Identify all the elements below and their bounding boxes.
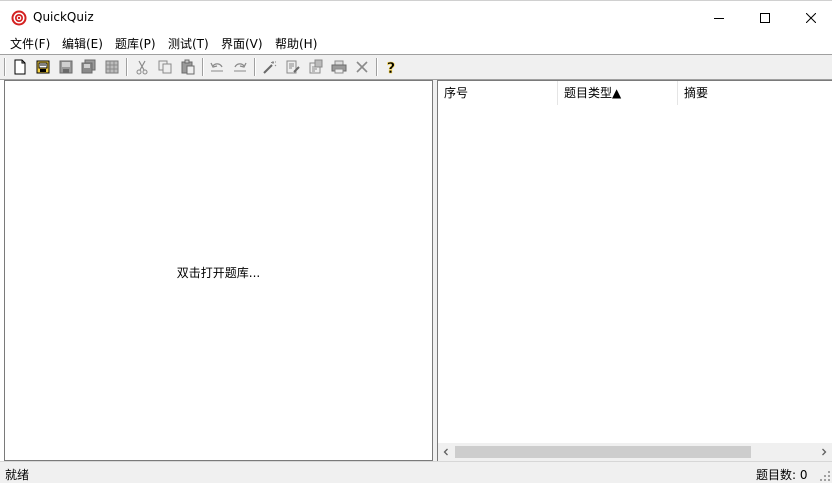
cut-icon bbox=[136, 60, 148, 75]
help-question-icon: ? bbox=[386, 59, 396, 75]
save-all-button[interactable] bbox=[79, 57, 99, 77]
magic-wand-icon bbox=[263, 61, 277, 74]
help-button[interactable]: ? bbox=[381, 57, 401, 77]
redo-icon bbox=[234, 62, 247, 72]
toolbar-separator bbox=[376, 58, 378, 76]
question-count: 题目数: 0 bbox=[756, 468, 808, 482]
target-app-icon bbox=[11, 10, 27, 26]
toolbar-separator bbox=[202, 58, 204, 76]
toolbar: ? bbox=[0, 54, 832, 80]
menu-edit[interactable]: 编辑(E) bbox=[61, 36, 104, 54]
scroll-left-button[interactable] bbox=[438, 443, 454, 461]
menu-bank[interactable]: 题库(P) bbox=[114, 36, 157, 54]
undo-button[interactable] bbox=[207, 57, 227, 77]
toolbar-grip bbox=[4, 58, 6, 76]
status-bar: 就绪 题目数: 0 bbox=[0, 461, 832, 483]
new-button[interactable] bbox=[10, 57, 30, 77]
paste-icon bbox=[181, 59, 195, 75]
delete-button[interactable] bbox=[352, 57, 372, 77]
print-button[interactable] bbox=[329, 57, 349, 77]
open-bank-icon bbox=[36, 60, 50, 74]
toolbar-separator bbox=[254, 58, 256, 76]
resize-grip-icon[interactable] bbox=[820, 471, 830, 481]
open-button[interactable] bbox=[33, 57, 53, 77]
minimize-icon bbox=[714, 18, 724, 19]
scroll-right-button[interactable] bbox=[816, 443, 832, 461]
menu-test[interactable]: 测试(T) bbox=[167, 36, 210, 54]
question-properties-button[interactable] bbox=[306, 57, 326, 77]
scrollbar-thumb[interactable] bbox=[455, 446, 751, 458]
menu-ui[interactable]: 界面(V) bbox=[220, 36, 264, 54]
question-list-pane[interactable]: 序号 题目类型▲ 摘要 bbox=[437, 80, 832, 461]
status-text: 就绪 bbox=[5, 468, 30, 482]
copy-button[interactable] bbox=[155, 57, 175, 77]
delete-x-icon bbox=[356, 61, 368, 73]
properties-button[interactable] bbox=[102, 57, 122, 77]
save-icon bbox=[59, 60, 73, 74]
edit-document-icon bbox=[286, 60, 300, 74]
save-button[interactable] bbox=[56, 57, 76, 77]
svg-text:?: ? bbox=[387, 59, 396, 75]
new-question-button[interactable] bbox=[260, 57, 280, 77]
close-button[interactable] bbox=[788, 1, 832, 35]
menu-help[interactable]: 帮助(H) bbox=[274, 36, 318, 54]
open-bank-hint: 双击打开题库... bbox=[176, 266, 261, 280]
list-header: 序号 题目类型▲ 摘要 bbox=[438, 81, 832, 105]
undo-icon bbox=[210, 62, 223, 72]
menu-bar: 文件(F) 编辑(E) 题库(P) 测试(T) 界面(V) 帮助(H) bbox=[0, 34, 832, 54]
maximize-button[interactable] bbox=[742, 1, 788, 35]
maximize-icon bbox=[760, 13, 770, 23]
column-header-summary[interactable]: 摘要 bbox=[678, 81, 832, 105]
chevron-left-icon bbox=[443, 448, 448, 456]
cut-button[interactable] bbox=[132, 57, 152, 77]
menu-file[interactable]: 文件(F) bbox=[9, 36, 51, 54]
toolbar-separator bbox=[126, 58, 128, 76]
redo-button[interactable] bbox=[230, 57, 250, 77]
copy-icon bbox=[158, 60, 172, 74]
document-properties-icon bbox=[309, 59, 323, 74]
column-header-type[interactable]: 题目类型▲ bbox=[558, 81, 678, 105]
bank-tree-pane[interactable]: 双击打开题库... bbox=[4, 80, 433, 461]
window-title: QuickQuiz bbox=[33, 10, 94, 24]
save-all-icon bbox=[81, 59, 96, 74]
printer-icon bbox=[331, 60, 347, 74]
new-document-icon bbox=[14, 59, 26, 75]
edit-question-button[interactable] bbox=[283, 57, 303, 77]
column-header-index[interactable]: 序号 bbox=[438, 81, 558, 105]
minimize-button[interactable] bbox=[696, 1, 742, 35]
grid-icon bbox=[105, 60, 119, 74]
chevron-right-icon bbox=[822, 448, 827, 456]
title-bar: QuickQuiz bbox=[0, 0, 832, 34]
close-icon bbox=[806, 13, 816, 23]
paste-button[interactable] bbox=[178, 57, 198, 77]
horizontal-scrollbar[interactable] bbox=[438, 443, 832, 461]
